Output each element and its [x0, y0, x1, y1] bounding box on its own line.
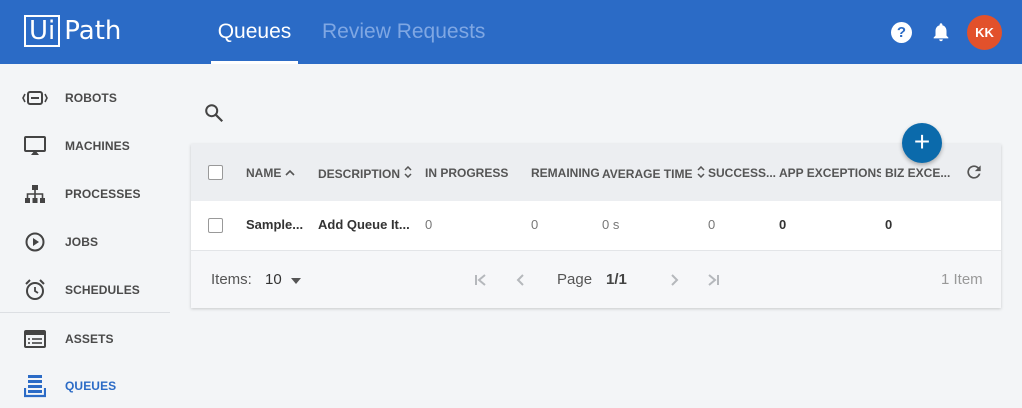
add-queue-button[interactable]: + — [902, 123, 942, 163]
queues-table: NAME DESCRIPTION IN PROGRESS REMAINING A… — [191, 144, 1001, 308]
column-header-app-exceptions[interactable]: APP EXCEPTIONS — [779, 166, 881, 180]
refresh-icon[interactable] — [964, 162, 984, 182]
sidebar-item-label: JOBS — [65, 235, 99, 249]
tab-queues[interactable]: Queues — [211, 20, 298, 64]
cell-app-exceptions: 0 — [779, 217, 787, 232]
sidebar-item-jobs[interactable]: JOBS — [0, 218, 170, 266]
cell-biz-exceptions: 0 — [885, 217, 893, 232]
sidebar-item-label: ROBOTS — [65, 91, 117, 105]
cell-in-progress: 0 — [425, 217, 433, 232]
column-header-biz-exceptions[interactable]: BIZ EXCE... — [885, 166, 955, 180]
bell-icon[interactable] — [930, 21, 952, 43]
uipath-logo[interactable]: Ui Path — [24, 14, 121, 48]
column-header-in-progress[interactable]: IN PROGRESS — [425, 166, 521, 180]
sidebar-divider — [0, 312, 170, 313]
search-icon[interactable] — [203, 102, 225, 124]
sidebar-item-robots[interactable]: ROBOTS — [0, 74, 170, 122]
column-header-remaining[interactable]: REMAINING — [531, 166, 600, 180]
table-header: NAME DESCRIPTION IN PROGRESS REMAINING A… — [191, 144, 1001, 201]
cell-average-time: 0 s — [602, 217, 620, 232]
column-header-average-time[interactable]: AVERAGE TIME — [602, 166, 706, 181]
sidebar-item-schedules[interactable]: SCHEDULES — [0, 266, 170, 314]
play-circle-icon — [22, 230, 48, 254]
sidebar-item-label: QUEUES — [65, 379, 117, 393]
monitor-icon — [22, 134, 48, 158]
process-icon — [22, 182, 48, 206]
user-avatar[interactable]: KK — [967, 15, 1002, 50]
help-icon[interactable]: ? — [891, 22, 912, 43]
first-page-icon[interactable] — [474, 273, 488, 287]
robot-icon — [22, 86, 48, 110]
sidebar-item-label: SCHEDULES — [65, 283, 140, 297]
total-items: 1 Item — [941, 271, 983, 288]
table-row[interactable]: Sample... Add Queue It... 0 0 0 s 0 0 0 — [191, 201, 1001, 251]
cell-remaining: 0 — [531, 217, 539, 232]
cell-successful: 0 — [708, 217, 716, 232]
queue-icon — [22, 374, 48, 398]
cell-name[interactable]: Sample... — [246, 217, 303, 232]
sidebar: ROBOTS MACHINES PROCESSES JOBS SCHEDULES… — [0, 64, 170, 408]
column-header-successful[interactable]: SUCCESS... — [708, 166, 776, 180]
list-icon — [22, 327, 48, 351]
page-size-select[interactable]: 10 — [265, 271, 301, 288]
sort-both-icon — [404, 166, 412, 179]
cell-description: Add Queue It... — [318, 217, 410, 232]
page-label: Page — [557, 271, 593, 288]
top-bar: Ui Path Queues Review Requests ? KK — [0, 0, 1022, 64]
select-all-checkbox[interactable] — [208, 165, 223, 180]
tab-review-requests[interactable]: Review Requests — [322, 20, 485, 64]
chevron-down-icon — [290, 278, 301, 284]
page-indicator: 1/1 — [606, 271, 627, 288]
sidebar-item-label: MACHINES — [65, 139, 130, 153]
next-page-icon[interactable] — [667, 273, 681, 287]
logo-path: Path — [64, 16, 122, 46]
sidebar-item-assets[interactable]: ASSETS — [0, 315, 170, 363]
last-page-icon[interactable] — [706, 273, 720, 287]
logo-ui: Ui — [24, 15, 61, 47]
sidebar-item-queues[interactable]: QUEUES — [0, 362, 170, 408]
alarm-clock-icon — [22, 278, 48, 302]
sidebar-item-label: PROCESSES — [65, 187, 141, 201]
items-label: Items: — [211, 271, 252, 288]
column-header-name[interactable]: NAME — [246, 166, 295, 180]
sidebar-item-label: ASSETS — [65, 332, 114, 346]
previous-page-icon[interactable] — [514, 273, 528, 287]
sort-asc-icon — [285, 169, 295, 176]
column-header-description[interactable]: DESCRIPTION — [318, 166, 413, 181]
sidebar-item-machines[interactable]: MACHINES — [0, 122, 170, 170]
sort-both-icon — [697, 166, 705, 179]
pagination-bar: Items: 10 Page 1/1 1 Item — [191, 251, 1001, 308]
sidebar-item-processes[interactable]: PROCESSES — [0, 170, 170, 218]
row-checkbox[interactable] — [208, 218, 223, 233]
